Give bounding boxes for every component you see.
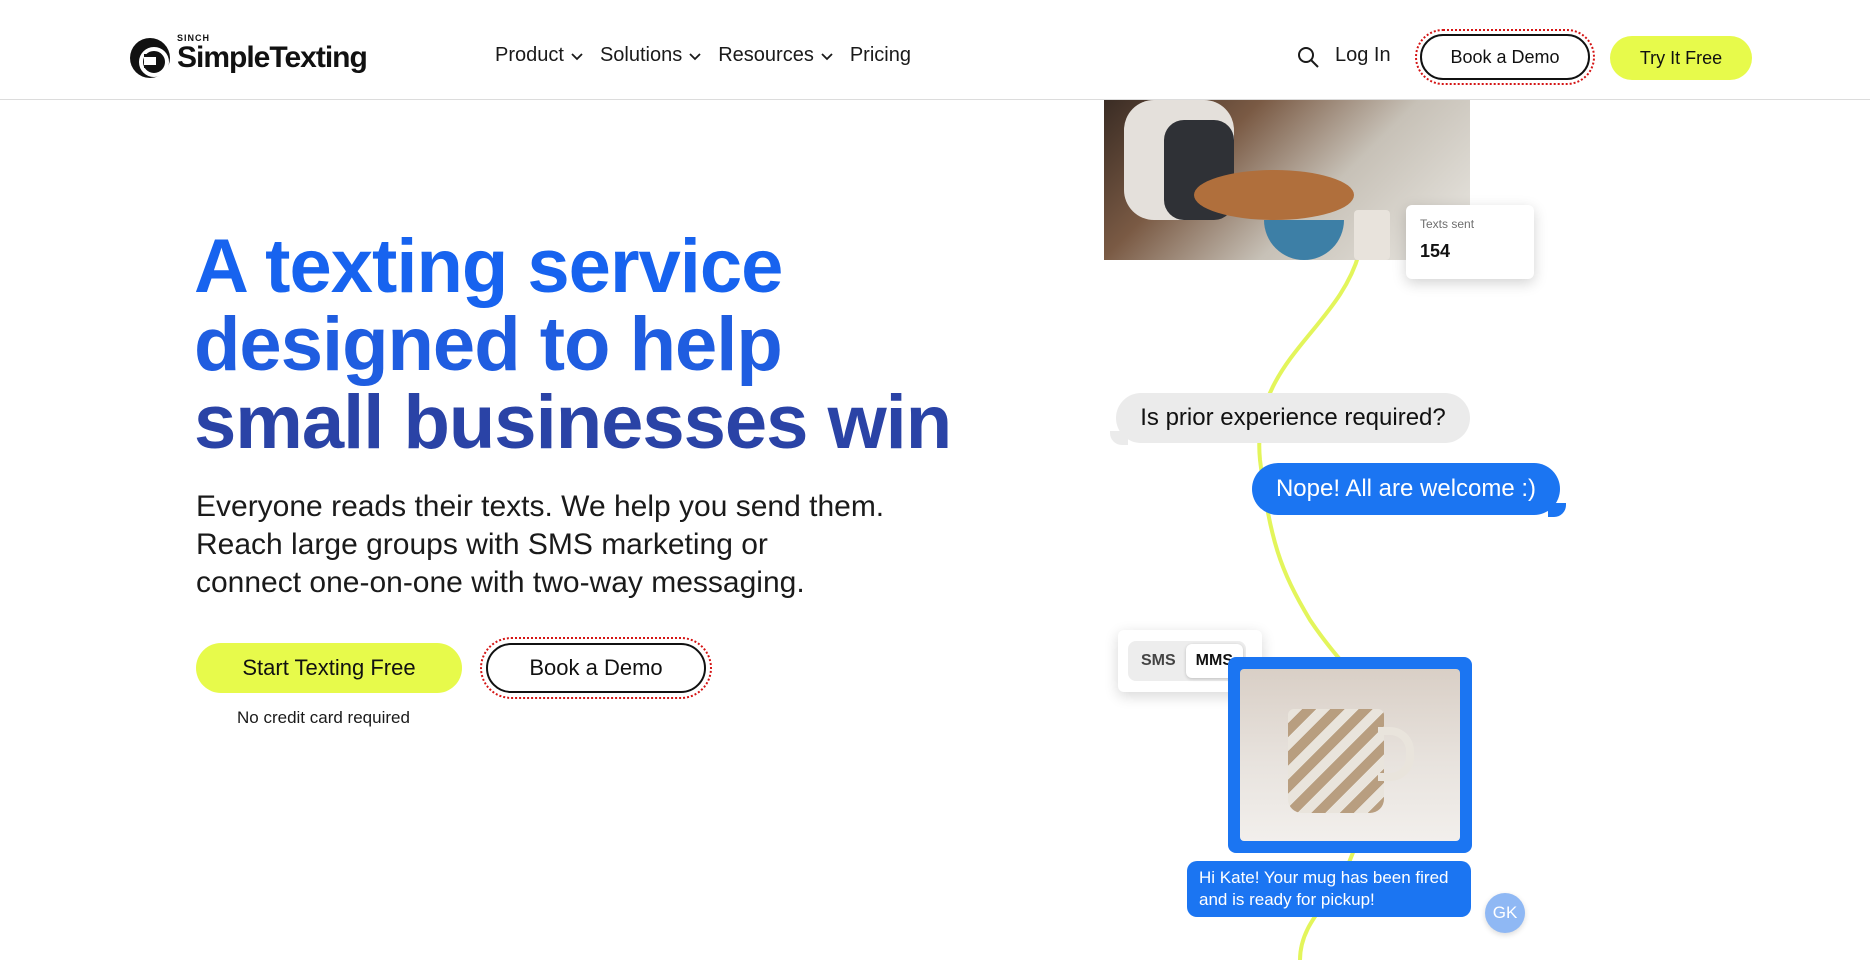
headline-line-1: A texting service <box>194 224 783 309</box>
pickup-message-bubble: Hi Kate! Your mug has been fired and is … <box>1187 861 1471 917</box>
mug-photo <box>1240 669 1460 841</box>
nav-pricing-label: Pricing <box>849 44 911 66</box>
login-link[interactable]: Log In <box>1335 44 1391 67</box>
nav-solutions[interactable]: Solutions <box>600 44 702 67</box>
mms-image-frame <box>1228 657 1472 853</box>
incoming-message-bubble: Is prior experience required? <box>1110 393 1470 445</box>
logo[interactable]: SINCH SimpleTexting <box>130 33 368 80</box>
nav-product-label: Product <box>495 44 564 66</box>
hero-headline: A texting service designed to help small… <box>194 228 1014 462</box>
book-demo-button-header[interactable]: Book a Demo <box>1415 29 1595 85</box>
book-demo-button-hero[interactable]: Book a Demo <box>480 637 712 699</box>
hero-subtext: Everyone reads their texts. We help you … <box>196 488 956 602</box>
nav-product[interactable]: Product <box>495 44 584 67</box>
main-nav: Product Solutions Resources Pricing <box>495 44 927 67</box>
start-texting-button[interactable]: Start Texting Free <box>196 643 462 693</box>
outgoing-message-bubble: Nope! All are welcome :) <box>1252 463 1566 517</box>
headline-line-2: designed to help <box>194 302 783 387</box>
texts-sent-label: Texts sent <box>1420 217 1475 231</box>
subtext-line-3: connect one-on-one with two-way messagin… <box>196 566 805 599</box>
texts-sent-card: Texts sent 154 <box>1406 205 1534 279</box>
nav-solutions-label: Solutions <box>599 44 683 66</box>
nav-resources-label: Resources <box>718 44 814 66</box>
try-free-button[interactable]: Try It Free <box>1610 36 1752 80</box>
subtext-line-2: Reach large groups with SMS marketing or <box>196 528 768 561</box>
logo-sinch-label: SINCH <box>177 33 211 43</box>
pickup-message-line-1: Hi Kate! Your mug has been fired <box>1199 868 1449 887</box>
chevron-down-icon <box>689 52 701 60</box>
nav-pricing[interactable]: Pricing <box>850 44 911 67</box>
toggle-sms: SMS <box>1141 652 1176 669</box>
pickup-message-line-2: and is ready for pickup! <box>1199 890 1375 909</box>
site-header: SINCH SimpleTexting Product Solutions Re… <box>0 0 1870 100</box>
chevron-down-icon <box>571 52 583 60</box>
search-icon[interactable] <box>1296 45 1320 69</box>
chevron-down-icon <box>821 52 833 60</box>
subtext-line-1: Everyone reads their texts. We help you … <box>196 490 885 523</box>
texts-sent-value: 154 <box>1420 241 1451 261</box>
avatar: GK <box>1485 893 1525 933</box>
no-credit-card-note: No credit card required <box>237 708 410 727</box>
logo-icon <box>130 38 170 78</box>
headline-line-3: small businesses win <box>194 380 952 465</box>
nav-resources[interactable]: Resources <box>718 44 834 67</box>
logo-name: SimpleTexting <box>177 41 368 74</box>
